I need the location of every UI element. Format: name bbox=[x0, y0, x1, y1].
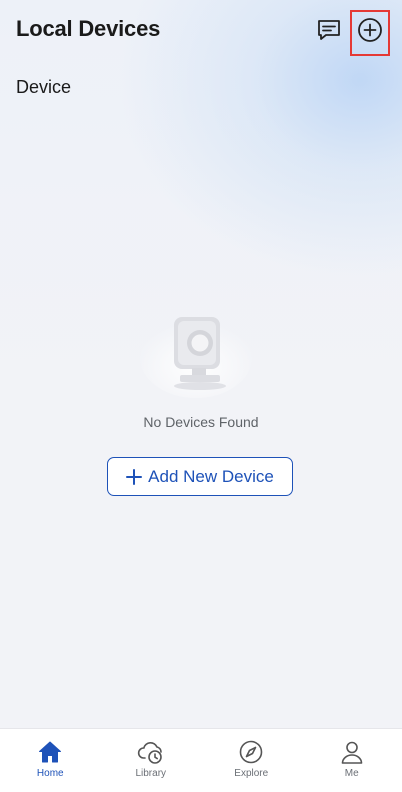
messages-button[interactable] bbox=[314, 15, 344, 45]
empty-device-illustration bbox=[138, 300, 254, 400]
empty-state-message: No Devices Found bbox=[143, 414, 259, 430]
bottom-tab-bar: Home Library Explore Me bbox=[0, 728, 402, 792]
tab-explore[interactable]: Explore bbox=[201, 729, 302, 792]
tab-library-label: Library bbox=[135, 768, 167, 779]
tab-me[interactable]: Me bbox=[302, 729, 402, 792]
person-icon bbox=[338, 738, 366, 766]
section-heading-device: Device bbox=[16, 77, 72, 97]
tab-explore-label: Explore bbox=[234, 768, 269, 779]
tab-home[interactable]: Home bbox=[0, 729, 101, 792]
highlight-box bbox=[350, 10, 390, 56]
tab-me-label: Me bbox=[344, 768, 359, 779]
add-new-device-button[interactable]: Add New Device bbox=[107, 457, 293, 496]
plus-icon bbox=[126, 468, 143, 485]
message-icon bbox=[318, 20, 340, 40]
compass-icon bbox=[237, 738, 265, 766]
home-icon bbox=[36, 738, 64, 766]
page-title: Local Devices bbox=[16, 16, 161, 41]
cloud-clock-icon bbox=[137, 738, 165, 766]
tab-library[interactable]: Library bbox=[101, 729, 202, 792]
top-header: Local Devices bbox=[0, 0, 402, 62]
tab-home-label: Home bbox=[36, 768, 64, 779]
add-new-device-label: Add New Device bbox=[148, 466, 274, 486]
